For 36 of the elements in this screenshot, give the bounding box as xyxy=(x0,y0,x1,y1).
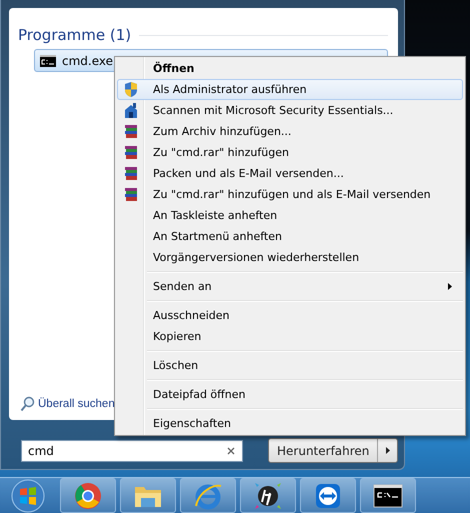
menu-item[interactable]: Ausschneiden xyxy=(117,305,463,326)
books-icon xyxy=(124,124,138,139)
clear-icon[interactable] xyxy=(227,446,235,454)
taskbar-button[interactable] xyxy=(240,478,296,513)
printer-logo-icon xyxy=(253,480,283,510)
books-icon xyxy=(124,187,138,202)
menu-item[interactable]: Vorgängerversionen wiederherstellen xyxy=(117,247,463,268)
menu-item[interactable]: Löschen xyxy=(117,355,463,376)
house-icon xyxy=(124,103,138,118)
menu-item[interactable]: Dateipfad öffnen xyxy=(117,384,463,405)
menu-item[interactable]: Packen und als E-Mail versenden... xyxy=(117,163,463,184)
menu-item[interactable]: An Taskleiste anheften xyxy=(117,205,463,226)
menu-item[interactable]: Scannen mit Microsoft Security Essentials... xyxy=(117,100,463,121)
search-everywhere-link[interactable]: Überall suchen xyxy=(38,398,115,410)
console-icon xyxy=(40,54,56,66)
shield-icon xyxy=(123,81,139,98)
search-icon xyxy=(20,396,35,412)
browser-e-icon xyxy=(193,482,223,510)
menu-item[interactable]: Als Administrator ausführen xyxy=(117,79,463,100)
search-field[interactable]: cmd xyxy=(21,440,243,462)
menu-item[interactable]: Zu "cmd.rar" hinzufügen und als E-Mail versenden xyxy=(117,184,463,205)
remote-arrows-icon xyxy=(315,482,341,508)
menu-item[interactable]: Senden an xyxy=(117,276,463,297)
menu-item[interactable]: Zu "cmd.rar" hinzufügen xyxy=(117,142,463,163)
console-icon xyxy=(373,484,403,508)
books-icon xyxy=(124,145,138,160)
menu-item[interactable]: An Startmenü anheften xyxy=(117,226,463,247)
menu-item[interactable]: Kopieren xyxy=(117,326,463,347)
menu-item[interactable]: Öffnen xyxy=(117,58,463,79)
browser-icon xyxy=(74,482,102,510)
caret-icon xyxy=(386,447,390,454)
menu-item[interactable]: Zum Archiv hinzufügen... xyxy=(117,121,463,142)
books-icon xyxy=(124,166,138,181)
section-title: Programme (1) xyxy=(18,26,132,44)
menu-item[interactable]: Eigenschaften xyxy=(117,413,463,434)
taskbar-button[interactable] xyxy=(360,478,416,513)
